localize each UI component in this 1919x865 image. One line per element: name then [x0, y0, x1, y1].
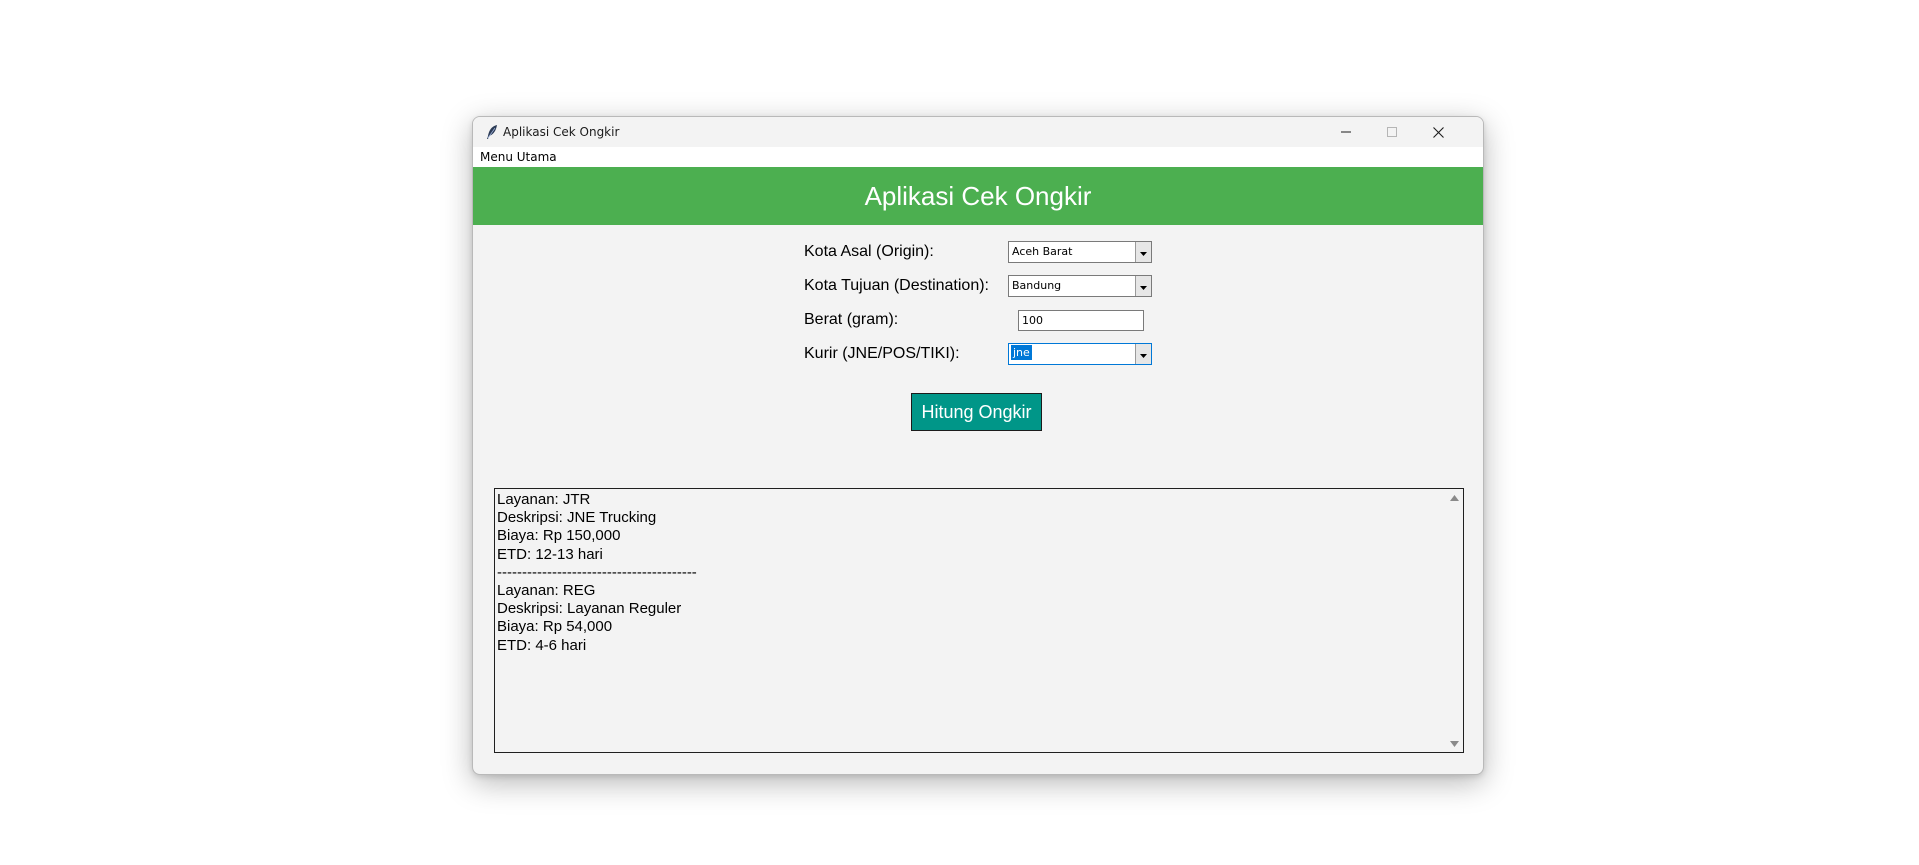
result-line: Layanan: JTR	[497, 491, 591, 508]
menu-item-menu-utama[interactable]: Menu Utama	[480, 150, 557, 164]
close-button[interactable]	[1415, 117, 1461, 147]
result-line: Deskripsi: JNE Trucking	[497, 509, 657, 527]
origin-combobox[interactable]: Aceh Barat	[1008, 241, 1152, 263]
chevron-down-icon	[1140, 243, 1147, 261]
origin-dropdown-button[interactable]	[1135, 242, 1151, 262]
app-window: Aplikasi Cek Ongkir Menu Utama Aplikasi …	[472, 116, 1484, 775]
weight-field[interactable]	[1018, 310, 1144, 331]
destination-value: Bandung	[1012, 279, 1062, 292]
courier-dropdown-button[interactable]	[1135, 344, 1151, 364]
courier-combobox[interactable]: jne	[1008, 343, 1152, 365]
result-line: Biaya: Rp 54,000	[497, 618, 613, 636]
maximize-icon	[1387, 127, 1397, 137]
maximize-button[interactable]	[1369, 117, 1415, 147]
weight-input[interactable]	[1019, 311, 1143, 330]
weight-label: Berat (gram):	[804, 311, 899, 328]
header-title: Aplikasi Cek Ongkir	[864, 180, 1092, 211]
result-line: Deskripsi: Layanan Reguler	[497, 600, 682, 618]
chevron-down-icon	[1140, 345, 1147, 363]
feather-icon	[485, 124, 499, 140]
result-line: ETD: 4-6 hari	[497, 636, 587, 654]
minimize-button[interactable]	[1323, 117, 1369, 147]
header-banner: Aplikasi Cek Ongkir	[473, 167, 1483, 225]
result-lines: Layanan: JTR Deskripsi: JNE Trucking Biaya…	[497, 491, 1442, 655]
menu-bar: Menu Utama	[473, 147, 1483, 167]
result-line: ----------------------------------------	[497, 563, 697, 581]
hitung-ongkir-button[interactable]: Hitung Ongkir	[911, 393, 1042, 431]
minimize-icon	[1341, 127, 1351, 137]
destination-combobox[interactable]: Bandung	[1008, 275, 1152, 297]
result-line: ETD: 12-13 hari	[497, 545, 603, 563]
destination-label: Kota Tujuan (Destination):	[804, 277, 989, 294]
courier-label: Kurir (JNE/POS/TIKI):	[804, 345, 960, 362]
close-icon	[1432, 126, 1444, 138]
result-line: Biaya: Rp 150,000	[497, 527, 621, 545]
origin-value: Aceh Barat	[1012, 245, 1073, 258]
result-line: Layanan: REG	[497, 581, 596, 599]
result-scrollbar[interactable]	[1446, 489, 1463, 752]
chevron-down-icon	[1140, 277, 1147, 295]
title-bar[interactable]: Aplikasi Cek Ongkir	[473, 117, 1483, 147]
courier-value: jne	[1011, 345, 1032, 360]
destination-dropdown-button[interactable]	[1135, 276, 1151, 296]
scroll-down-arrow-icon[interactable]	[1449, 738, 1460, 749]
origin-label: Kota Asal (Origin):	[804, 243, 934, 260]
scroll-up-arrow-icon[interactable]	[1449, 492, 1460, 503]
result-text-area[interactable]: Layanan: JTR Deskripsi: JNE Trucking Biaya…	[494, 488, 1464, 753]
window-title: Aplikasi Cek Ongkir	[503, 125, 620, 139]
